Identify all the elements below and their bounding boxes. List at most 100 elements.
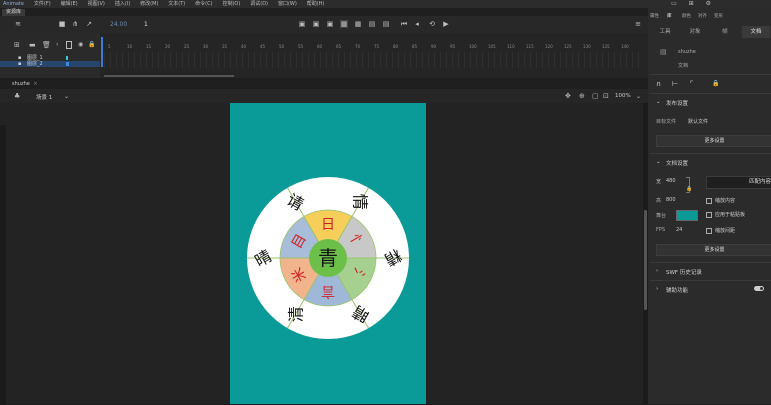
timeline-hscroll[interactable] (104, 75, 234, 77)
delete-layer-icon[interactable]: 🗑 (42, 41, 51, 49)
menu-text[interactable]: 文本(T) (168, 0, 185, 8)
tab-transform[interactable]: 变形 (714, 13, 723, 19)
ruler-tick: 135 (602, 44, 610, 49)
lock-icon[interactable]: 🔒 (712, 80, 719, 87)
frame-grid[interactable] (104, 52, 644, 68)
menu-modify[interactable]: 修改(M) (140, 0, 158, 8)
publish-settings-title[interactable]: 发布设置 (666, 99, 688, 107)
tab-tool[interactable]: 工具 (652, 26, 678, 38)
width-value[interactable]: 480 (666, 178, 676, 184)
menu-file[interactable]: 文件(F) (34, 0, 51, 8)
scale-spacing-checkbox[interactable] (706, 228, 712, 234)
breadcrumb-doc[interactable]: shuzhe (12, 81, 30, 87)
tab-color[interactable]: 颜色 (682, 13, 691, 19)
left-toolbar-strip (0, 125, 6, 405)
divider (650, 280, 771, 281)
fps-value[interactable]: 24 (676, 227, 682, 233)
snap-icon[interactable]: ⊕ (579, 92, 585, 100)
frame-view-icon[interactable]: ▦ (354, 20, 362, 28)
menu-edit[interactable]: 编辑(E) (61, 0, 78, 8)
snap-magnet-icon[interactable]: ∩ (656, 80, 661, 88)
tab-library[interactable]: 库 (667, 13, 672, 19)
frame-readout[interactable]: 1 (144, 21, 148, 28)
access-chevron-right-icon[interactable]: › (656, 286, 658, 292)
tab-properties[interactable]: 属性 (650, 13, 659, 19)
menu-debug[interactable]: 调试(D) (250, 0, 268, 8)
menu-insert[interactable]: 插入(I) (115, 0, 130, 8)
scale-content-checkbox[interactable] (706, 198, 712, 204)
camera-icon[interactable]: ■ (58, 20, 66, 28)
document-tab[interactable]: 资源库 (2, 9, 26, 16)
stage-vscroll-thumb[interactable] (644, 210, 647, 310)
tab-align[interactable]: 对齐 (698, 13, 707, 19)
tab-frame[interactable]: 帧 (712, 26, 738, 38)
divider (650, 153, 771, 154)
doc-more-settings-button[interactable]: 更多设置 (656, 244, 771, 256)
publish-more-settings-button[interactable]: 更多设置 (656, 135, 771, 147)
match-content-button[interactable]: 匹配内容 (706, 176, 771, 189)
menu-control[interactable]: 控制(O) (222, 0, 240, 8)
tab-object[interactable]: 对象 (682, 26, 708, 38)
insert-blank-keyframe-icon[interactable]: ▣ (326, 20, 334, 28)
edit-multiple-frames-icon[interactable]: ▦ (340, 20, 348, 28)
target-value[interactable]: 默认文件 (688, 118, 708, 125)
folder-icon[interactable]: ▬ (29, 41, 36, 49)
frame-ruler: 5 10 15 20 25 30 35 40 45 50 55 60 65 70 75 80 85 90 95 100… (104, 44, 644, 50)
scene-name[interactable]: 场景 1 (36, 93, 52, 101)
center-stage-icon[interactable]: ✥ (565, 92, 571, 100)
clip-icon[interactable]: ▢ (592, 92, 599, 100)
tab-document[interactable]: 文档 (742, 26, 770, 38)
character-wheel[interactable]: 青 晴请 情精睛清 日忄氵言米目 (230, 103, 426, 404)
menu-help[interactable]: 帮助(H) (307, 0, 325, 8)
menu-window[interactable]: 窗口(W) (278, 0, 297, 8)
chevron-right-icon[interactable]: › (56, 41, 58, 48)
loop-icon[interactable]: ⟲ (428, 20, 436, 28)
docsettings-chevron-down-icon[interactable]: ⌄ (656, 159, 661, 165)
onion-skin-icon[interactable]: ▣ (298, 20, 306, 28)
panel-top-tabs: 属性 库 颜色 对齐 变形 (650, 13, 771, 19)
visibility-eye-icon[interactable]: ◉ (78, 41, 83, 48)
timeline-toolbar (0, 16, 648, 34)
shape-tween-icon[interactable]: ▤ (382, 20, 390, 28)
chevron-down-icon[interactable]: ⌄ (64, 93, 69, 100)
fps-readout[interactable]: 24.00 (110, 21, 127, 28)
snap-guide-icon[interactable]: ⊢ (672, 80, 678, 88)
zoom-level[interactable]: 100% (615, 93, 631, 99)
zoom-chevron-down-icon[interactable]: ⌄ (636, 93, 641, 100)
graph-icon[interactable]: ↗ (85, 20, 93, 28)
snap-corner-icon[interactable]: ⌜ (690, 80, 693, 88)
hierarchy-icon[interactable]: ⋔ (71, 20, 79, 28)
height-value[interactable]: 800 (666, 197, 676, 203)
apply-pasteboard-checkbox[interactable] (706, 212, 712, 218)
accessibility-title[interactable]: 辅助功能 (666, 286, 688, 294)
first-frame-icon[interactable]: ◂ (413, 20, 421, 28)
doc-settings-title[interactable]: 文档设置 (666, 159, 688, 167)
stage-color-swatch[interactable] (676, 210, 698, 221)
layout-icon[interactable]: ⊞ (689, 0, 694, 7)
playhead[interactable] (101, 37, 103, 67)
outline-icon[interactable] (66, 41, 72, 49)
close-icon[interactable]: × (33, 81, 37, 87)
tween-icon[interactable]: ▤ (368, 20, 376, 28)
workspace-icon[interactable]: ▭ (671, 0, 677, 7)
play-icon[interactable]: ▶ (442, 20, 450, 28)
menu-view[interactable]: 视图(V) (88, 0, 105, 8)
panel-menu-icon[interactable]: ≡ (634, 20, 642, 28)
new-layer-icon[interactable]: ⊞ (14, 41, 20, 49)
swf-chevron-right-icon[interactable]: › (656, 268, 658, 274)
layer-color-swatch (66, 56, 68, 60)
settings-gear-icon[interactable]: ⚙ (706, 0, 711, 7)
swf-history-title[interactable]: SWF 历史记录 (666, 268, 702, 276)
lock-icon[interactable]: 🔒 (88, 41, 95, 48)
layers-icon[interactable]: ≋ (14, 20, 22, 28)
insert-keyframe-icon[interactable]: ▣ (312, 20, 320, 28)
fit-icon[interactable]: ⊡ (603, 92, 609, 100)
layer-row-selected[interactable]: ▪ 图层_2 (0, 61, 100, 67)
menu-commands[interactable]: 命令(C) (195, 0, 212, 8)
layer-color-swatch (66, 62, 69, 66)
step-back-icon[interactable]: ⏮ (400, 20, 408, 28)
aspect-lock-icon[interactable]: 🔒 (686, 186, 692, 192)
publish-chevron-down-icon[interactable]: ⌄ (656, 99, 661, 105)
wheel-center-char: 青 (318, 246, 338, 270)
ruler-tick: 80 (393, 44, 399, 49)
